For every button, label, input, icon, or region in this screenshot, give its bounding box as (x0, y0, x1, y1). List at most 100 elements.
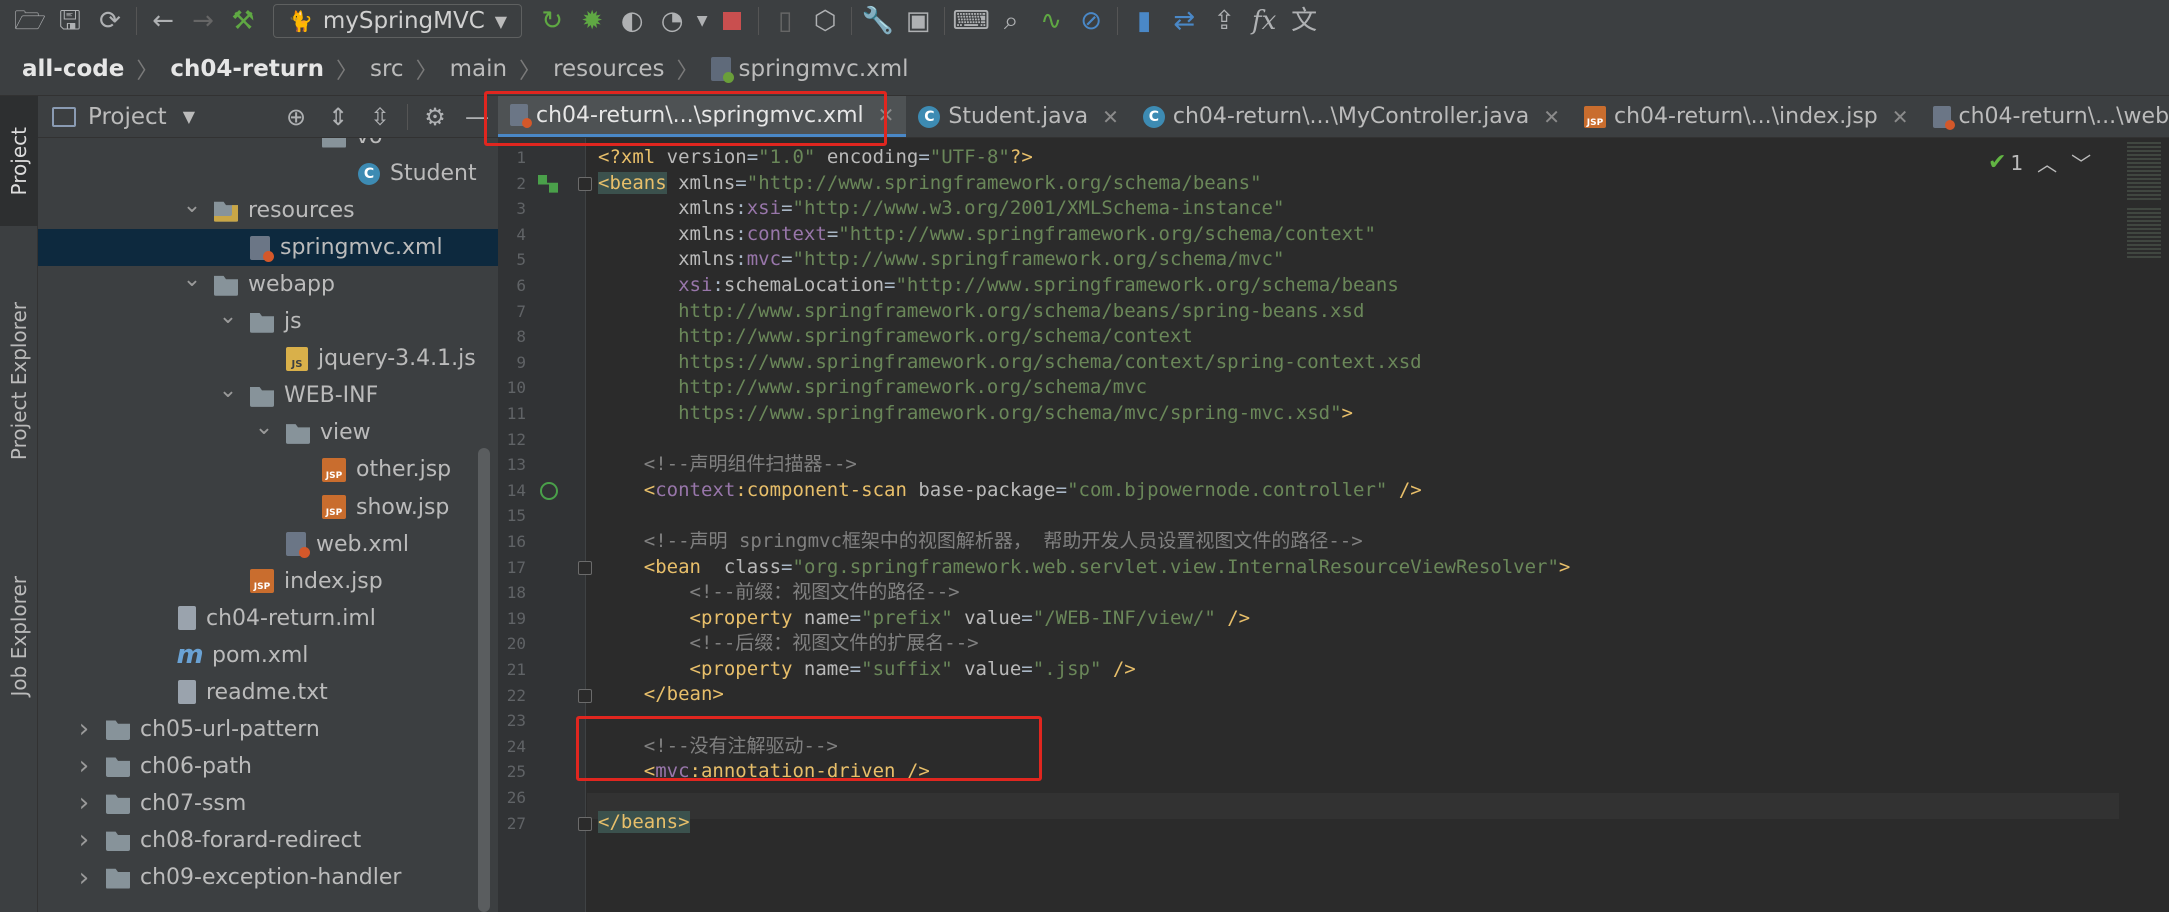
translate-icon[interactable]: 文 (1284, 0, 1324, 42)
breadcrumb-item[interactable]: all-code (22, 56, 124, 82)
forward-icon[interactable]: → (183, 0, 223, 42)
code-editor[interactable]: 1 2 3 4 5 6 7 8 9 10 11 12 13 14 15 16 17 18 19 20 21 22 23 24 2… (498, 138, 2169, 912)
collapse-all-icon[interactable]: ⇳ (359, 96, 401, 138)
chevron-right-icon: 〉 (676, 58, 699, 84)
tree-item[interactable]: JS jquery-3.4.1.js (38, 340, 498, 377)
fold-marker-icon[interactable] (578, 688, 592, 703)
fold-marker-icon[interactable] (578, 176, 592, 191)
run-dropdown-icon[interactable]: ▼ (692, 0, 712, 42)
tree-item[interactable]: › ch05-url-pattern (38, 711, 498, 748)
stripe-project-explorer[interactable]: Project Explorer (0, 236, 38, 526)
tree-item[interactable]: ⌄ view (38, 414, 498, 451)
editor-minimap[interactable] (2123, 138, 2169, 912)
previous-highlight-icon[interactable]: ︿ (2037, 148, 2057, 177)
minimize-icon[interactable]: — (456, 96, 498, 138)
code-content[interactable]: <?xml version="1.0" encoding="UTF-8"?> <b… (598, 145, 1570, 836)
close-icon[interactable]: ✕ (1543, 105, 1560, 129)
inspection-widget[interactable]: ✔ 1 ︿ ﹀ (1988, 148, 2091, 177)
run-configuration-select[interactable]: 🐈 mySpringMVC ▼ (273, 4, 523, 38)
breadcrumb-item[interactable]: ch04-return (170, 56, 324, 82)
breadcrumb-item[interactable]: springmvc.xml (739, 56, 909, 82)
gear-icon[interactable]: ⚙ (414, 96, 456, 138)
chevron-right-icon[interactable]: › (72, 788, 96, 818)
tree-item[interactable]: m pom.xml (38, 637, 498, 674)
sync-icon[interactable]: ⟳ (90, 0, 130, 42)
save-icon[interactable]: 🖫 (50, 0, 90, 42)
editor-tab[interactable]: C Student.java ✕ (906, 96, 1130, 137)
close-icon[interactable]: ✕ (878, 103, 895, 127)
tree-item[interactable]: JSP other.jsp (38, 451, 498, 488)
tree-item[interactable]: ⌄ resources (38, 192, 498, 229)
code-line: <beans xmlns="http://www.springframework… (598, 171, 1570, 197)
fold-marker-icon[interactable] (578, 816, 592, 831)
tree-item[interactable]: JSP index.jsp (38, 563, 498, 600)
block-icon[interactable]: ⊘ (1071, 0, 1111, 42)
function-icon[interactable]: fx (1244, 0, 1284, 42)
wrench-icon[interactable]: 🔧 (858, 0, 898, 42)
tree-scrollbar[interactable] (478, 448, 490, 912)
tree-item[interactable]: JSP show.jsp (38, 489, 498, 526)
editor-tab[interactable]: ch04-return\...\web.xml✕ (1921, 96, 2169, 137)
chevron-down-icon[interactable]: ⌄ (288, 138, 312, 144)
project-view-selector[interactable]: Project (88, 104, 167, 130)
component-scan-gutter-icon[interactable] (540, 481, 558, 500)
tree-item[interactable]: ch04-return.iml (38, 600, 498, 637)
tree-item[interactable]: readme.txt (38, 674, 498, 711)
package-icon[interactable]: ⬡ (805, 0, 845, 42)
tree-item[interactable]: ⌄ WEB-INF (38, 377, 498, 414)
spring-bean-gutter-icon[interactable] (538, 174, 558, 193)
back-icon[interactable]: ← (143, 0, 183, 42)
tree-item[interactable]: springmvc.xml (38, 229, 498, 267)
monitor-icon[interactable]: ∿ (1031, 0, 1071, 42)
tree-item[interactable]: ⌄ js (38, 303, 498, 340)
chevron-right-icon[interactable]: › (72, 714, 96, 744)
tree-item[interactable]: › ch07-ssm (38, 785, 498, 822)
coverage-icon[interactable]: ◐ (612, 0, 652, 42)
close-icon[interactable]: ✕ (1102, 105, 1119, 129)
fold-marker-icon[interactable] (578, 560, 592, 575)
open-folder-icon[interactable]: 🗁 (10, 0, 50, 42)
debug-icon[interactable]: ✹ (572, 0, 612, 42)
device-icon[interactable]: ▯ (765, 0, 805, 42)
tree-item[interactable]: web.xml (38, 526, 498, 563)
locate-icon[interactable]: ⊕ (275, 96, 317, 138)
next-highlight-icon[interactable]: ﹀ (2071, 148, 2091, 177)
chevron-down-icon[interactable]: ⌄ (216, 304, 240, 329)
breadcrumb-item[interactable]: main (450, 56, 507, 82)
book-icon[interactable]: ▮ (1124, 0, 1164, 42)
breadcrumb-item[interactable]: resources (553, 56, 664, 82)
chevron-down-icon[interactable]: ⌄ (216, 378, 240, 403)
tree-item[interactable]: › ch08-forard-redirect (38, 822, 498, 859)
chevron-down-icon[interactable]: ▼ (183, 107, 195, 126)
chevron-down-icon[interactable]: ⌄ (180, 267, 204, 292)
vcs-icon[interactable]: ⇄ (1164, 0, 1204, 42)
breadcrumb-item[interactable]: src (370, 56, 404, 82)
search-icon[interactable]: ⌕ (991, 0, 1031, 42)
expand-all-icon[interactable]: ⇕ (317, 96, 359, 138)
editor-tab[interactable]: Cch04-return\...\MyController.java ✕ (1131, 96, 1572, 137)
chevron-down-icon[interactable]: ⌄ (180, 193, 204, 218)
xml-file-icon (710, 56, 734, 83)
stop-icon[interactable] (712, 0, 752, 42)
tree-item[interactable]: ⌄ webapp (38, 266, 498, 303)
tree-item[interactable]: ⌄ vo (38, 138, 498, 155)
tree-item[interactable]: C Student (38, 155, 498, 192)
tree-item-label: ch05-url-pattern (140, 716, 320, 742)
tree-item[interactable]: › ch06-path (38, 748, 498, 785)
editor-tab[interactable]: ch04-return\...\springmvc.xml ✕ (498, 96, 907, 137)
close-icon[interactable]: ✕ (1892, 105, 1909, 129)
export-icon[interactable]: ⇪ (1204, 0, 1244, 42)
terminal-icon[interactable]: ⌨ (951, 0, 991, 42)
stripe-project[interactable]: Project (0, 96, 38, 226)
chevron-right-icon[interactable]: › (72, 825, 96, 855)
chevron-right-icon[interactable]: › (72, 751, 96, 781)
editor-tab[interactable]: JSP ch04-return\...\index.jsp ✕ (1572, 96, 1921, 137)
run-icon[interactable]: ↻ (532, 0, 572, 42)
chevron-right-icon[interactable]: › (72, 863, 96, 893)
stripe-job-explorer[interactable]: Job Explorer (0, 536, 38, 736)
tree-item[interactable]: › ch09-exception-handler (38, 859, 498, 896)
profile-icon[interactable]: ◔ (652, 0, 692, 42)
project-structure-icon[interactable]: ▣ (898, 0, 938, 42)
chevron-down-icon[interactable]: ⌄ (252, 415, 276, 440)
build-hammer-icon[interactable]: ⚒ (223, 0, 263, 42)
